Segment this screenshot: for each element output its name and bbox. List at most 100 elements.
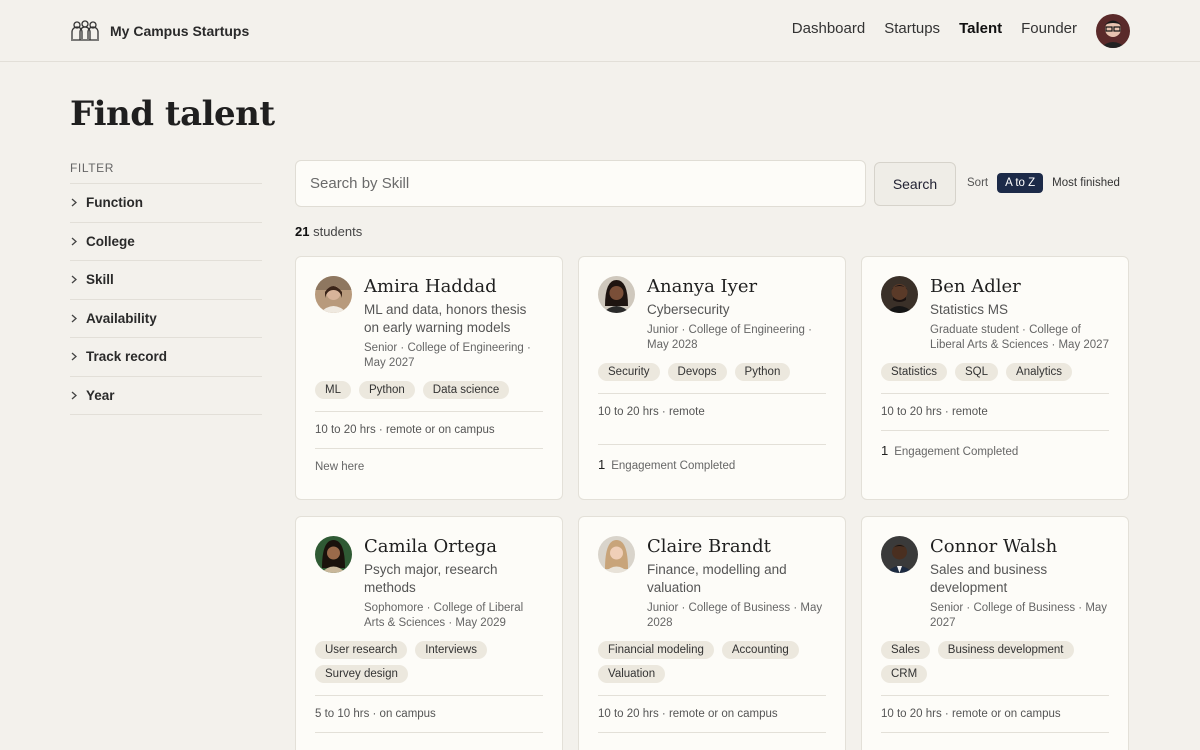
page-title: Find talent: [70, 94, 275, 134]
skill-chip: User research: [315, 641, 408, 659]
student-track-record: 1 Engagement Completed: [598, 445, 826, 484]
filter-list: Function College Skill Availability Trac…: [70, 183, 262, 415]
chevron-right-icon: [70, 237, 78, 246]
results-count-number: 21: [295, 224, 310, 239]
main-nav: Dashboard Startups Talent Founder: [792, 20, 1077, 37]
student-tagline: Statistics MS: [930, 302, 1009, 317]
student-name: Connor Walsh: [930, 536, 1058, 557]
track-record-text: New here: [315, 461, 365, 473]
skill-chips: Financial modeling Accounting Valuation: [598, 641, 826, 683]
skill-search-input[interactable]: [295, 160, 866, 207]
skill-chips: ML Python Data science: [315, 381, 543, 399]
student-availability: 10 to 20 hrs · remote: [881, 406, 988, 418]
student-meta: Sophomore · College of Liberal Arts & Sc…: [364, 602, 524, 629]
student-meta: Senior · College of Engineering · May 20…: [364, 342, 531, 369]
student-avatar: [598, 276, 635, 313]
nav-startups[interactable]: Startups: [884, 20, 940, 37]
filter-label: Function: [86, 195, 143, 211]
student-availability: 10 to 20 hrs · remote or on campus: [598, 708, 778, 720]
skill-chips: Sales Business development CRM: [881, 641, 1109, 683]
student-card[interactable]: Camila Ortega Psych major, research meth…: [295, 516, 563, 750]
filter-function[interactable]: Function: [70, 184, 262, 223]
skill-chip: Statistics: [881, 363, 948, 381]
skill-chips: Statistics SQL Analytics: [881, 363, 1109, 381]
student-card[interactable]: Amira Haddad ML and data, honors thesis …: [295, 256, 563, 500]
skill-chips: Security Devops Python: [598, 363, 826, 381]
sort-control: Sort A to Z Most finished: [967, 173, 1120, 193]
filter-skill[interactable]: Skill: [70, 261, 262, 300]
student-meta: Senior · College of Business · May 2027: [930, 602, 1108, 629]
chevron-right-icon: [70, 198, 78, 207]
divider: [881, 732, 1109, 733]
track-record-text: Engagement Completed: [894, 446, 1019, 458]
student-tagline: Psych major, research methods: [364, 562, 498, 595]
student-card[interactable]: Ananya Iyer Cybersecurity Junior · Colle…: [578, 256, 846, 500]
chevron-right-icon: [70, 314, 78, 323]
student-avatar: [315, 536, 352, 573]
student-tagline: Cybersecurity: [647, 302, 730, 317]
student-tagline: ML and data, honors thesis on early warn…: [364, 302, 527, 335]
engagement-count: 1: [881, 443, 889, 458]
search-button[interactable]: Search: [874, 162, 956, 206]
skill-chip: SQL: [955, 363, 999, 381]
student-name: Ananya Iyer: [647, 276, 758, 297]
skill-chip: Python: [358, 381, 415, 399]
student-card[interactable]: Connor Walsh Sales and business developm…: [861, 516, 1129, 750]
filter-label: College: [86, 233, 135, 249]
student-availability: 5 to 10 hrs · on campus: [315, 708, 436, 720]
student-availability: 10 to 20 hrs · remote or on campus: [315, 424, 495, 436]
filter-heading: FILTER: [70, 161, 115, 175]
filter-label: Track record: [86, 349, 168, 365]
student-name: Camila Ortega: [364, 536, 498, 557]
student-name: Claire Brandt: [647, 536, 771, 557]
skill-chip: Valuation: [598, 665, 666, 683]
engagement-count: 1: [598, 457, 606, 472]
skill-chip: Interviews: [415, 641, 487, 659]
results-count: 21 students: [295, 224, 362, 239]
results-count-label: students: [313, 224, 363, 239]
user-avatar-image: [1096, 14, 1130, 48]
skill-chip: Analytics: [1006, 363, 1073, 381]
top-bar: My Campus Startups Dashboard Startups Ta…: [0, 0, 1200, 62]
student-track-record: 1 Engagement Completed: [881, 431, 1109, 470]
skill-chip: Accounting: [721, 641, 799, 659]
student-card[interactable]: Claire Brandt Finance, modelling and val…: [578, 516, 846, 750]
chevron-right-icon: [70, 352, 78, 361]
filter-label: Skill: [86, 272, 114, 288]
sort-label: Sort: [967, 177, 989, 189]
filter-year[interactable]: Year: [70, 377, 262, 415]
sort-option-most-finished[interactable]: Most finished: [1052, 177, 1120, 189]
student-tagline: Finance, modelling and valuation: [647, 562, 787, 595]
user-avatar[interactable]: [1096, 14, 1130, 48]
nav-talent[interactable]: Talent: [959, 20, 1002, 37]
team-logo-icon: [71, 20, 99, 41]
sort-option-a-to-z[interactable]: A to Z: [997, 173, 1044, 193]
skill-chip: Sales: [881, 641, 930, 659]
chevron-right-icon: [70, 391, 78, 400]
student-grid: Amira Haddad ML and data, honors thesis …: [295, 256, 1130, 750]
student-meta: Junior · College of Engineering · May 20…: [647, 324, 812, 351]
filter-label: Year: [86, 387, 115, 403]
nav-dashboard[interactable]: Dashboard: [792, 20, 865, 37]
student-avatar: [881, 536, 918, 573]
skill-chip: Security: [598, 363, 660, 381]
filter-college[interactable]: College: [70, 223, 262, 261]
skill-chip: CRM: [881, 665, 928, 683]
skill-chips: User research Interviews Survey design: [315, 641, 543, 683]
nav-founder[interactable]: Founder: [1021, 20, 1077, 37]
student-avatar: [598, 536, 635, 573]
student-name: Ben Adler: [930, 276, 1021, 297]
student-card[interactable]: Ben Adler Statistics MS Graduate student…: [861, 256, 1129, 500]
divider: [598, 732, 826, 733]
student-availability: 10 to 20 hrs · remote or on campus: [881, 708, 1061, 720]
student-meta: Graduate student · College of Liberal Ar…: [930, 324, 1109, 351]
filter-track-record[interactable]: Track record: [70, 338, 262, 377]
skill-chip: Python: [734, 363, 791, 381]
student-tagline: Sales and business development: [930, 562, 1048, 595]
track-record-text: Engagement Completed: [611, 460, 736, 472]
student-track-record: New here: [315, 449, 543, 485]
brand[interactable]: My Campus Startups: [70, 19, 249, 43]
skill-chip: Business development: [937, 641, 1074, 659]
filter-availability[interactable]: Availability: [70, 300, 262, 338]
student-name: Amira Haddad: [364, 276, 497, 297]
